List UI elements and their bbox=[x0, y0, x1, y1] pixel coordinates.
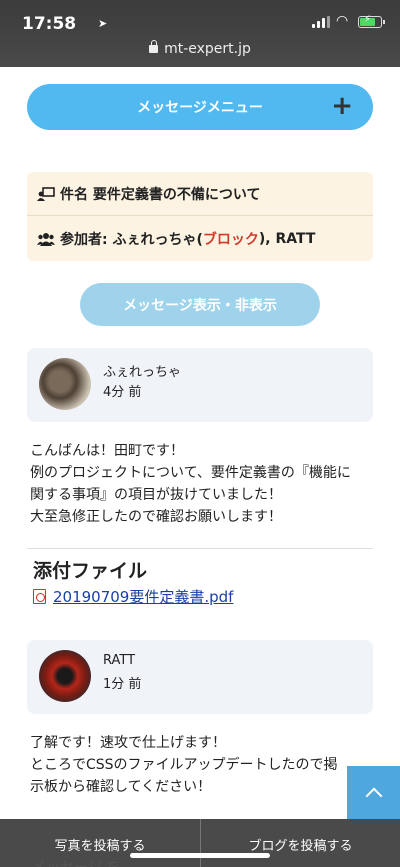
message-header: ふぇれっちゃ 4分 前 bbox=[27, 348, 373, 422]
subject-label: 件名 bbox=[60, 187, 88, 203]
message-line: こんばんは！田町です！ bbox=[30, 443, 184, 459]
subject-row: 件名 要件定義書の不備について bbox=[37, 184, 260, 204]
message-line: 了解です！速攻で仕上げます！ bbox=[30, 735, 226, 751]
participant-name[interactable]: ふぇれっちゃ( bbox=[112, 229, 202, 249]
home-indicator[interactable] bbox=[130, 853, 270, 858]
pdf-icon bbox=[33, 589, 46, 604]
author-name[interactable]: ふぇれっちゃ bbox=[103, 361, 181, 380]
attachment-link[interactable]: 20190709要件定義書.pdf bbox=[53, 586, 233, 607]
message-menu-label: メッセージメニュー bbox=[137, 100, 263, 116]
signal-icon bbox=[312, 16, 330, 28]
message-line: 関する事項』の項目が抜けていました！ bbox=[30, 487, 282, 503]
message-body: 了解です！速攻で仕上げます！ ところでCSSのファイルアップデートしたので掲 示… bbox=[30, 732, 375, 798]
url-bar[interactable]: mt-expert.jp bbox=[0, 40, 400, 57]
status-time: 17:58 bbox=[22, 14, 77, 34]
plus-icon: + bbox=[331, 91, 353, 121]
message-line: ところでCSSのファイルアップデートしたので掲 bbox=[30, 757, 338, 773]
message-time: 1分 前 bbox=[103, 677, 142, 692]
block-label[interactable]: ブロック bbox=[203, 229, 259, 249]
message-body: こんばんは！田町です！ 例のプロジェクトについて、要件定義書の『機能に 関する事… bbox=[30, 440, 375, 528]
participants-label: 参加者: bbox=[60, 232, 108, 248]
avatar[interactable] bbox=[39, 650, 91, 702]
author-name[interactable]: RATT bbox=[103, 653, 135, 668]
post-photo-button[interactable]: 写真を投稿する bbox=[0, 819, 200, 867]
message-time: 4分 前 bbox=[103, 385, 142, 400]
toggle-messages-button[interactable]: メッセージ表示・非表示 bbox=[80, 283, 320, 326]
divider bbox=[27, 215, 373, 216]
avatar[interactable] bbox=[39, 358, 91, 410]
attachments-title: 添付ファイル bbox=[33, 560, 148, 582]
url-text: mt-expert.jp bbox=[164, 41, 251, 57]
location-arrow-icon: ➤ bbox=[98, 17, 108, 30]
participants-row: 参加者: ふぇれっちゃ(ブロック), RATT bbox=[37, 229, 315, 249]
battery-icon: ⚡ bbox=[358, 14, 385, 28]
subject-value: 要件定義書の不備について bbox=[92, 187, 261, 203]
wifi-icon: ◠ bbox=[336, 13, 349, 29]
message-menu-button[interactable]: メッセージメニュー + bbox=[27, 84, 373, 130]
chevron-up-icon bbox=[365, 787, 382, 804]
post-blog-button[interactable]: ブログを投稿する bbox=[200, 819, 400, 867]
toggle-messages-label: メッセージ表示・非表示 bbox=[123, 297, 277, 314]
message-line: 大至急修正したので確認お願いします！ bbox=[30, 509, 282, 525]
users-icon bbox=[37, 233, 55, 246]
subject-icon bbox=[37, 187, 55, 201]
bottom-action-bar: メッセージ を 写真を投稿する ブログを投稿する bbox=[0, 819, 400, 867]
browser-chrome: 17:58 ➤ ◠ ⚡ mt-expert.jp bbox=[0, 0, 400, 67]
message-line: 示板から確認してください！ bbox=[30, 779, 212, 795]
scroll-to-top-button[interactable] bbox=[347, 766, 400, 819]
divider bbox=[27, 548, 373, 549]
message-header: RATT 1分 前 bbox=[27, 640, 373, 714]
participant-rest[interactable]: ), RATT bbox=[259, 231, 316, 247]
attachment-item[interactable]: 20190709要件定義書.pdf bbox=[33, 586, 233, 607]
message-line: 例のプロジェクトについて、要件定義書の『機能に bbox=[30, 465, 351, 481]
lock-icon bbox=[149, 40, 159, 53]
thread-info-box: 件名 要件定義書の不備について 参加者: ふぇれっちゃ(ブロック), RATT bbox=[27, 172, 373, 261]
